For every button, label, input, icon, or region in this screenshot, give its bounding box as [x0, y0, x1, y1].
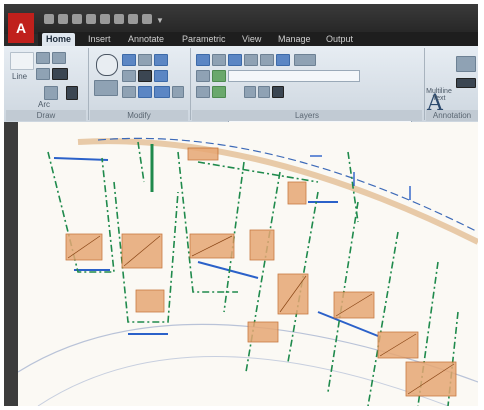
- plot-icon[interactable]: [100, 14, 110, 24]
- layer-dropdown[interactable]: [228, 70, 360, 82]
- layer-unisolate-icon[interactable]: [212, 86, 226, 98]
- arc-icon[interactable]: [44, 86, 58, 100]
- layer-current-icon[interactable]: [196, 70, 210, 82]
- drawing-canvas[interactable]: [18, 122, 478, 406]
- tab-extra[interactable]: [390, 33, 398, 46]
- panel-separator: [88, 48, 89, 120]
- save-as-icon[interactable]: [86, 14, 96, 24]
- ucs-icon[interactable]: [66, 86, 78, 100]
- layer-properties-icon[interactable]: [196, 54, 210, 66]
- layers-panel-title[interactable]: Layers: [192, 110, 422, 121]
- parcel-boundary: [137, 141, 145, 183]
- layer-match-icon[interactable]: [294, 54, 316, 66]
- lineweight-icon[interactable]: [272, 86, 284, 98]
- polyline-icon[interactable]: [36, 52, 50, 64]
- scale-icon[interactable]: [138, 86, 152, 98]
- workspace-switch-icon[interactable]: [142, 14, 152, 24]
- color-swatch-icon[interactable]: [244, 86, 256, 98]
- move-icon[interactable]: [96, 54, 118, 76]
- offset-icon[interactable]: [172, 86, 184, 98]
- tab-home[interactable]: Home: [42, 33, 76, 46]
- autocad-window: A ▼ Home Insert Annotate Parametric View…: [4, 4, 478, 406]
- layer-previous-icon[interactable]: [196, 86, 210, 98]
- layer-state-icon[interactable]: [212, 54, 226, 66]
- layer-off-icon[interactable]: [228, 54, 242, 66]
- trim-icon[interactable]: [138, 54, 152, 66]
- street-curve: [37, 356, 449, 406]
- linetype-icon[interactable]: [258, 86, 270, 98]
- line-tool-icon[interactable]: [10, 52, 34, 70]
- undo-icon[interactable]: [114, 14, 124, 24]
- tab-output[interactable]: Output: [322, 33, 357, 46]
- building-footprint: [247, 321, 279, 343]
- tab-parametric[interactable]: Parametric: [178, 33, 230, 46]
- rectangle-icon[interactable]: [36, 68, 50, 80]
- layer-lock-icon[interactable]: [276, 54, 290, 66]
- tab-manage[interactable]: Manage: [274, 33, 315, 46]
- mirror-icon[interactable]: [122, 70, 136, 82]
- street-segment: [53, 157, 109, 161]
- explode-icon[interactable]: [154, 70, 168, 82]
- modify-panel-title[interactable]: Modify: [90, 110, 188, 121]
- annotation-panel-title[interactable]: Annotation: [426, 110, 478, 121]
- circle-icon[interactable]: [52, 52, 66, 64]
- copy-icon[interactable]: [94, 80, 118, 96]
- layer-walk-icon[interactable]: [212, 70, 226, 82]
- parcel-boundary: [367, 231, 399, 406]
- tab-annotate[interactable]: Annotate: [124, 33, 168, 46]
- panel-separator: [424, 48, 425, 120]
- tab-insert[interactable]: Insert: [84, 33, 115, 46]
- array-icon[interactable]: [154, 86, 170, 98]
- stretch-icon[interactable]: [122, 86, 136, 98]
- ribbon: Line Arc Draw Modify Layers A Multiline …: [4, 46, 478, 127]
- dimension-icon[interactable]: [456, 56, 476, 72]
- quick-access-dropdown-icon[interactable]: ▼: [156, 16, 164, 25]
- save-icon[interactable]: [72, 14, 82, 24]
- draw-panel-title[interactable]: Draw: [6, 110, 86, 121]
- rotate-icon[interactable]: [122, 54, 136, 66]
- line-tool-label: Line: [12, 72, 28, 81]
- application-menu-button[interactable]: A: [8, 13, 34, 43]
- ribbon-tab-bar: Home Insert Annotate Parametric View Man…: [38, 32, 478, 46]
- new-file-icon[interactable]: [44, 14, 54, 24]
- redo-icon[interactable]: [128, 14, 138, 24]
- arc-tool-label: Arc: [38, 100, 50, 109]
- tab-view[interactable]: View: [238, 33, 265, 46]
- fillet-icon[interactable]: [138, 70, 152, 82]
- building-footprint: [287, 181, 307, 205]
- title-bar: A ▼: [4, 4, 478, 43]
- building-footprint: [249, 229, 275, 261]
- viewport-left-strip: [4, 122, 18, 406]
- street-segment: [197, 261, 259, 279]
- leader-icon[interactable]: [456, 78, 476, 88]
- site-plan-drawing[interactable]: [18, 122, 478, 406]
- building-footprint: [135, 289, 165, 313]
- panel-separator: [190, 48, 191, 120]
- hatch-icon[interactable]: [52, 68, 68, 80]
- multiline-text-label: Multiline Text: [426, 88, 452, 102]
- layer-freeze-icon[interactable]: [260, 54, 274, 66]
- layer-isolate-icon[interactable]: [244, 54, 258, 66]
- building-footprint: [187, 147, 219, 161]
- open-file-icon[interactable]: [58, 14, 68, 24]
- erase-icon[interactable]: [154, 54, 168, 66]
